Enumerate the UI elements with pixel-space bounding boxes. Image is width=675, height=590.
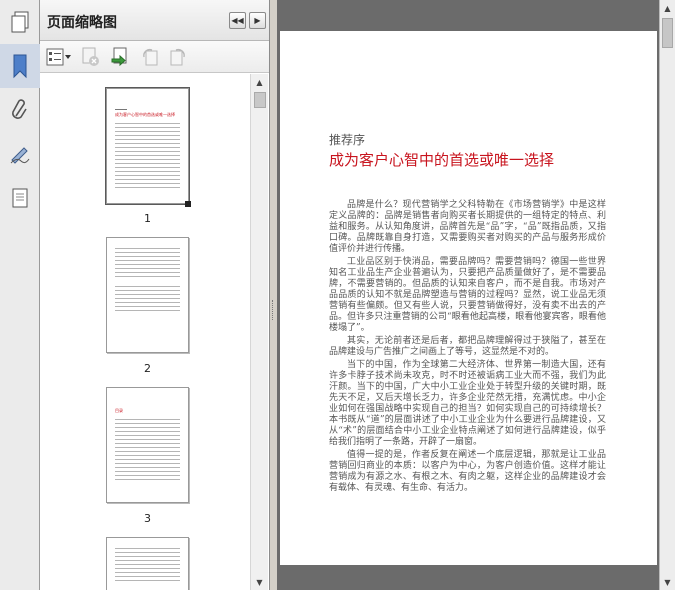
chevron-right-icon: ▶ [254,16,261,25]
thumb-heading: 成为客户心智中的首选或唯一选择 [115,112,175,117]
page-thumbnails-panel: 页面缩略图 ◀◀ ▶ 成为客户心智中的首选或唯一选择 1 2 目录 3 ▲ ▼ [40,0,270,590]
rotate-clockwise-button[interactable] [168,46,188,68]
scroll-up-arrow[interactable]: ▲ [660,0,675,16]
thumbnail-scrollbar[interactable]: ▲ ▼ [250,74,268,590]
page-thumbnail-3[interactable]: 目录 [106,387,189,503]
page-number-label: 1 [144,212,151,225]
panel-header: 页面缩略图 ◀◀ ▶ [40,0,269,41]
scroll-down-arrow[interactable]: ▼ [251,574,268,590]
pdf-reader-window: 页面缩略图 ◀◀ ▶ 成为客户心智中的首选或唯一选择 1 2 目录 3 ▲ ▼ … [0,0,675,590]
page-title: 成为客户心智中的首选或唯一选择 [329,151,555,169]
insert-pages-button[interactable] [110,46,132,68]
collapse-panel-button[interactable]: ◀◀ [229,12,246,29]
layers-button[interactable] [0,176,40,220]
options-menu-button[interactable] [46,46,72,68]
thumb-subtitle-line [115,109,127,110]
thumbnail-toolbar [40,41,269,73]
document-view: 推荐序 成为客户心智中的首选或唯一选择 品牌是什么？现代营销学之父科特勒在《市场… [277,0,659,590]
signatures-button[interactable] [0,132,40,176]
page-number-label: 3 [144,512,151,525]
scrollbar-thumb[interactable] [662,18,673,48]
thumbnail-list: 成为客户心智中的首选或唯一选择 1 2 目录 3 [40,74,250,590]
page-number-label: 2 [144,362,151,375]
panel-title: 页面缩略图 [47,15,117,31]
document-page: 推荐序 成为客户心智中的首选或唯一选择 品牌是什么？现代营销学之父科特勒在《市场… [280,31,657,565]
paragraph: 值得一提的是，作者反复在阐述一个底层逻辑，那就是让工业品营销回归商业的本质：以客… [329,450,606,493]
bookmarks-button[interactable] [0,44,40,88]
splitter-grip [272,300,275,320]
document-icon [12,188,28,208]
paragraph: 品牌是什么？现代营销学之父科特勒在《市场营销学》中是这样定义品牌的：品牌是销售者… [329,200,606,254]
page-thumbnail-4[interactable] [106,537,189,590]
options-list-icon [46,48,71,65]
panel-options-button[interactable]: ▶ [249,12,266,29]
pages-icon [11,11,28,33]
thumb-heading: 目录 [115,408,123,413]
signature-pen-icon [10,147,30,164]
page-thumbnail-1[interactable]: 成为客户心智中的首选或唯一选择 [105,87,190,205]
delete-pages-button[interactable] [80,46,102,68]
attachments-button[interactable] [0,88,40,132]
thumbnail-resize-handle[interactable] [185,201,191,207]
insert-page-icon [111,47,127,66]
pages-panel-button[interactable] [0,0,39,44]
paperclip-icon [12,99,27,119]
navigation-rail [0,0,40,590]
delete-page-icon [82,47,99,66]
page-subtitle: 推荐序 [329,133,366,147]
rotate-counterclockwise-button[interactable] [140,46,160,68]
scroll-up-arrow[interactable]: ▲ [251,74,268,90]
rotate-left-icon [143,48,158,65]
scrollbar-thumb[interactable] [254,92,266,108]
rotate-right-icon [170,48,185,65]
double-chevron-left-icon: ◀◀ [231,16,244,25]
paragraph: 当下的中国，作为全球第二大经济体、世界第一制造大国，还有许多卡脖子技术尚未攻克，… [329,360,606,447]
panel-splitter[interactable] [270,0,277,590]
scroll-down-arrow[interactable]: ▼ [660,574,675,590]
page-body: 品牌是什么？现代营销学之父科特勒在《市场营销学》中是这样定义品牌的：品牌是销售者… [329,200,606,496]
bookmark-icon [13,54,27,79]
page-thumbnail-2[interactable] [106,237,189,353]
paragraph: 工业品区别于快消品，需要品牌吗？需要营销吗？德国一些世界知名工业品生产企业普遍认… [329,257,606,333]
document-scrollbar[interactable]: ▲ ▼ [659,0,675,590]
paragraph: 其实，无论前者还是后者，都把品牌理解得过于狭隘了，甚至在品牌建设与广告推广之间画… [329,336,606,357]
